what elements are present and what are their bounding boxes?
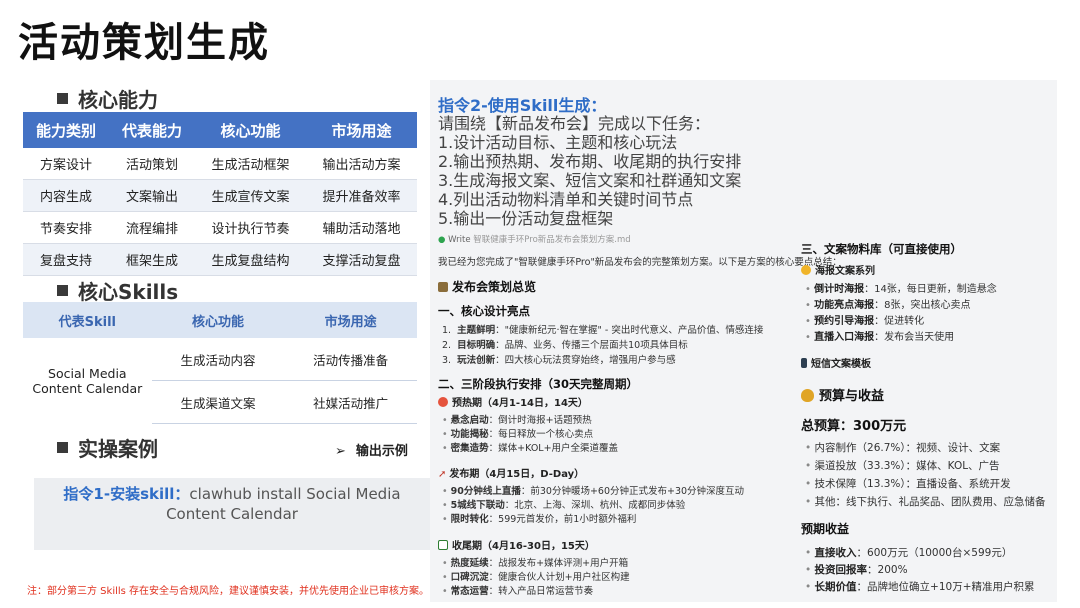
material-heading: 三、文案物料库（可直接使用）: [801, 242, 962, 256]
rocket-icon: ➚: [438, 469, 447, 480]
column-header: 市场用途: [284, 302, 417, 338]
phase-item: 常态运营：转入产品日常运营节奏: [442, 583, 594, 597]
palette-icon: [801, 265, 811, 275]
phase-item: 功能揭秘：每日释放一个核心卖点: [442, 426, 594, 440]
column-header: 核心功能: [195, 112, 306, 148]
table-cell: 框架生成: [109, 243, 196, 276]
write-tool-line: ● Write 智联健康手环Pro新品发布会策划方案.md: [438, 235, 631, 245]
column-header: 代表能力: [109, 112, 196, 148]
money-bag-icon: [801, 389, 814, 402]
table-cell: 节奏安排: [23, 211, 110, 244]
phase-item: 悬念启动：倒计时海报+话题预热: [442, 412, 592, 426]
table-cell: 生成渠道文案: [151, 380, 285, 424]
table-cell: 社媒活动推广: [284, 380, 417, 424]
phase-name: ➚ 发布期（4月15日，D-Day）: [438, 469, 585, 480]
table-cell: 生成活动框架: [195, 148, 306, 180]
page-title: 活动策划生成: [18, 20, 270, 66]
revenue-item: 投资回报率：200%: [805, 562, 908, 577]
poster-item: 预约引导海报：促进转化: [805, 312, 924, 327]
table-cell: 提升准备效率: [306, 179, 417, 212]
section-title: 实操案例: [78, 437, 158, 461]
phone-icon: [801, 358, 807, 368]
output-example-label: ➢ 输出示例: [335, 444, 408, 459]
phase-name: 预热期（4月1-14日，14天）: [438, 394, 588, 409]
revenue-heading: 预期收益: [801, 522, 850, 536]
phase-item: 90分钟线上直播：前30分钟暖场+60分钟正式发布+30分钟深度互动: [442, 483, 744, 497]
budget-item: 内容制作（26.7%）：视频、设计、文案: [805, 440, 1001, 455]
budget-item: 渠道投放（33.3%）：媒体、KOL、广告: [805, 458, 1000, 473]
checkbox-icon: [438, 540, 448, 550]
table-row: 内容生成 文案输出 生成宣传文案 提升准备效率: [23, 179, 417, 212]
section-core-ability: 核心能力: [57, 84, 158, 113]
poster-heading: 海报文案系列: [801, 262, 875, 277]
table-cell: 文案输出: [109, 179, 196, 212]
task-item: 5.输出一份活动复盘框架: [438, 209, 614, 228]
square-bullet-icon: [57, 285, 68, 296]
table-cell: 支撑活动复盘: [306, 243, 417, 276]
column-header: 市场用途: [306, 112, 417, 148]
poster-item: 直播入口海报：发布会当天使用: [805, 328, 954, 343]
phase-item: 热度延续：战报发布+媒体评测+用户开箱: [442, 555, 628, 569]
design-item: 2. 目标明确：品牌、业务、传播三个层面共10项具体目标: [442, 340, 688, 351]
section-title: 核心Skills: [78, 280, 179, 304]
footnote: 注：部分第三方 Skills 存在安全与合规风险，建议谨慎安装，并优先使用企业已…: [27, 586, 430, 597]
table-cell: 生成复盘结构: [195, 243, 306, 276]
capability-table: 能力类别 代表能力 核心功能 市场用途 方案设计 活动策划 生成活动框架 输出活…: [23, 112, 417, 276]
design-item: 1. 主题鲜明："健康新纪元·智在掌握" - 突出时代意义、产品价值、情感连接: [442, 325, 764, 336]
table-cell: 活动策划: [109, 148, 196, 180]
column-header: 能力类别: [23, 112, 110, 148]
revenue-item: 直接收入：600万元（10000台×599元）: [805, 545, 1013, 560]
table-cell: 设计执行节奏: [195, 211, 306, 244]
table-cell: 活动传播准备: [284, 338, 417, 381]
table-cell: 生成宣传文案: [195, 179, 306, 212]
column-header: 核心功能: [151, 302, 285, 338]
sms-heading: 短信文案模板: [801, 355, 871, 370]
arrow-right-icon: ➢: [335, 444, 346, 459]
total-budget: 总预算：300万元: [801, 419, 907, 434]
square-bullet-icon: [57, 442, 68, 453]
design-heading: 一、核心设计亮点: [438, 304, 530, 318]
phase-item: 5城线下联动：北京、上海、深圳、杭州、成都同步体验: [442, 497, 686, 511]
command1-text: clawhub install Social Media Content Cal…: [166, 485, 401, 523]
clipboard-icon: [438, 282, 448, 292]
doc-intro: 我已经为您完成了"智联健康手环Pro"新品发布会的完整策划方案。以下是方案的核心…: [438, 257, 842, 268]
budget-item: 技术保障（13.3%）：直播设备、系统开发: [805, 476, 1011, 491]
table-cell: 辅助活动落地: [306, 211, 417, 244]
table-cell: 生成活动内容: [151, 338, 285, 381]
revenue-item: 长期价值：品牌地位确立+10万+精准用户积累: [805, 579, 1035, 594]
table-row: 节奏安排 流程编排 设计执行节奏 辅助活动落地: [23, 211, 417, 244]
table-cell: 复盘支持: [23, 243, 110, 276]
square-bullet-icon: [57, 93, 68, 104]
table-cell: 输出活动方案: [306, 148, 417, 180]
section-core-skills: 核心Skills: [57, 276, 178, 305]
command1-box: 指令1-安装skill：clawhub install Social Media…: [34, 478, 430, 550]
phase-name: 收尾期（4月16-30日，15天）: [438, 537, 595, 552]
skill-name-cell: Social Media Content Calendar: [32, 365, 143, 396]
poster-item: 倒计时海报：14张，每日更新，制造悬念: [805, 280, 997, 295]
overview-heading: 发布会策划总览: [438, 278, 536, 295]
scroll-fade: [801, 372, 1051, 378]
table-row: 方案设计 活动策划 生成活动框架 输出活动方案: [23, 148, 417, 180]
target-icon: [438, 397, 448, 407]
dot-icon: ●: [438, 235, 446, 245]
section-title: 核心能力: [78, 88, 158, 112]
phase-item: 密集造势：媒体+KOL+用户全渠道覆盖: [442, 440, 618, 454]
table-row: Social Media Content Calendar 生成活动内容 活动传…: [23, 338, 417, 396]
table-cell: 内容生成: [23, 179, 110, 212]
phase-item: 口碑沉淀：健康合伙人计划+用户社区构建: [442, 569, 630, 583]
budget-heading: 预算与收益: [801, 385, 884, 404]
poster-item: 功能亮点海报：8张，突出核心卖点: [805, 296, 970, 311]
phase-item: 限时转化：599元首发价，前1小时额外福利: [442, 511, 637, 525]
column-header: 代表Skill: [23, 302, 152, 338]
table-cell: 流程编排: [109, 211, 196, 244]
section-cases: 实操案例: [57, 433, 158, 462]
table-row: 复盘支持 框架生成 生成复盘结构 支撑活动复盘: [23, 243, 417, 276]
table-cell: 方案设计: [23, 148, 110, 180]
skills-table: 代表Skill 核心功能 市场用途 Social Media Content C…: [23, 302, 417, 424]
budget-item: 其他：线下执行、礼品奖品、团队费用、应急储备: [805, 494, 1046, 509]
phase-heading: 二、三阶段执行安排（30天完整周期）: [438, 377, 639, 391]
design-item: 3. 玩法创新：四大核心玩法贯穿始终，增强用户参与感: [442, 355, 676, 366]
command1-label: 指令1-安装skill：: [63, 485, 190, 503]
